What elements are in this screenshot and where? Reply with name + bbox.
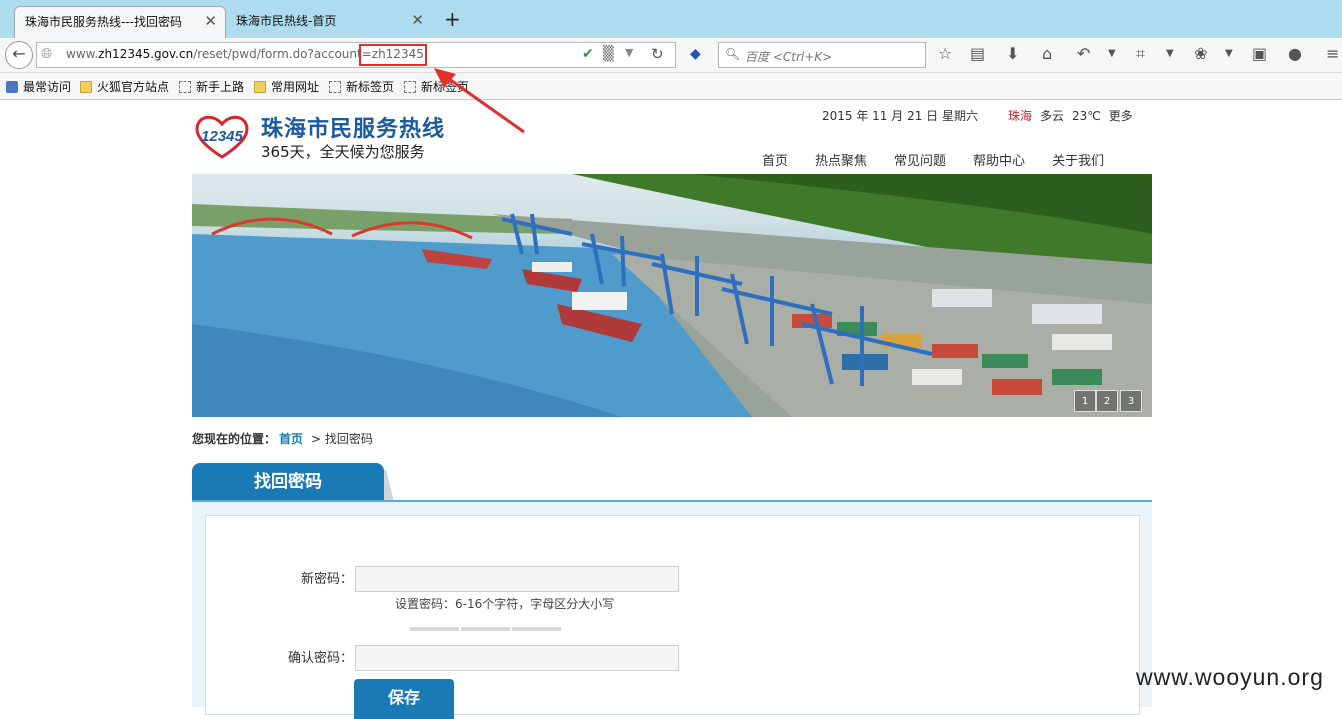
- weather-temp: 23℃: [1072, 109, 1101, 123]
- globe-icon: 🌐︎: [41, 46, 53, 62]
- new-password-label: 新密码：: [300, 572, 353, 587]
- section-title: 找回密码: [192, 463, 384, 501]
- annotation-highlight-box: [359, 44, 427, 66]
- slide-dot[interactable]: 1: [1074, 390, 1096, 412]
- home-icon[interactable]: ⌂: [1042, 44, 1052, 63]
- nav-faq[interactable]: 常见问题: [894, 154, 946, 169]
- reload-icon[interactable]: ↻: [651, 45, 664, 63]
- tab-strip: 珠海市民服务热线---找回密码 ✕ 珠海市民热线-首页 ✕ +: [0, 0, 1342, 38]
- strength-bar-strong: [512, 627, 561, 631]
- breadcrumb-current: > 找回密码: [311, 432, 373, 446]
- weather-more-link[interactable]: 更多: [1109, 109, 1133, 123]
- navigation-toolbar: ← 🌐︎ www.zh12345.gov.cn/reset/pwd/form.d…: [0, 38, 1342, 73]
- bookmark-item[interactable]: 新手上路: [179, 78, 244, 95]
- search-icon: 🔍︎: [725, 47, 741, 61]
- qr-code-icon[interactable]: ▒: [603, 46, 614, 62]
- page-icon: [179, 81, 191, 93]
- nav-help[interactable]: 帮助中心: [973, 154, 1025, 169]
- slide-dot[interactable]: 2: [1096, 390, 1118, 412]
- new-tab-button[interactable]: +: [444, 7, 461, 31]
- url-bar[interactable]: 🌐︎ www.zh12345.gov.cn/reset/pwd/form.do?…: [36, 42, 676, 68]
- download-icon[interactable]: ⬇: [1006, 44, 1019, 63]
- breadcrumb-home-link[interactable]: 首页: [279, 432, 303, 446]
- weather-condition: 多云: [1040, 109, 1065, 123]
- bookmark-item[interactable]: 最常访问: [6, 78, 71, 95]
- folder-icon: [80, 81, 92, 93]
- page-icon: [329, 81, 341, 93]
- folder-icon: [254, 81, 266, 93]
- chevron-down-icon[interactable]: ▼: [1108, 48, 1116, 59]
- pin-icon[interactable]: ◆: [690, 46, 701, 62]
- logo-number: 12345: [201, 128, 243, 145]
- tab-title: 珠海市民热线-首页: [236, 14, 337, 28]
- confirm-password-label: 确认密码：: [287, 651, 353, 666]
- most-visited-icon: [6, 81, 18, 93]
- reader-icon[interactable]: ▣: [1252, 44, 1267, 63]
- close-icon[interactable]: ✕: [411, 11, 424, 29]
- nav-about[interactable]: 关于我们: [1052, 154, 1104, 169]
- strength-bar-medium: [461, 627, 510, 631]
- tab-title: 珠海市民服务热线---找回密码: [25, 15, 182, 29]
- new-password-input[interactable]: [355, 566, 679, 592]
- bookmark-star-icon[interactable]: ☆: [938, 44, 952, 63]
- tab-reset-password[interactable]: 珠海市民服务热线---找回密码 ✕: [14, 6, 226, 38]
- arrow-left-icon: ←: [12, 44, 26, 63]
- url-path: /reset/pwd/form.do?account=: [193, 47, 372, 61]
- search-placeholder: 百度 <Ctrl+K>: [745, 50, 833, 64]
- tab-homepage[interactable]: 珠海市民热线-首页 ✕: [226, 6, 432, 38]
- nav-hot-topics[interactable]: 热点聚焦: [815, 154, 867, 169]
- confirm-password-input[interactable]: [355, 645, 679, 671]
- date-text: 2015 年 11 月 21 日 星期六: [822, 109, 978, 123]
- nav-home[interactable]: 首页: [762, 154, 788, 169]
- site-slogan: 365天，全天候为您服务: [261, 143, 425, 161]
- banner-image: [192, 174, 1152, 417]
- undo-icon[interactable]: ↶: [1077, 44, 1090, 63]
- page-icon: [404, 81, 416, 93]
- bookmark-item[interactable]: 常用网址: [254, 78, 319, 95]
- chat-icon[interactable]: ●: [1288, 44, 1302, 63]
- site-title[interactable]: 珠海市民服务热线: [261, 111, 445, 143]
- reading-list-icon[interactable]: ▤: [970, 44, 985, 63]
- save-button[interactable]: 保存: [354, 679, 454, 719]
- chevron-down-icon[interactable]: ▼: [1166, 48, 1174, 59]
- chevron-down-icon[interactable]: ▼: [625, 46, 633, 59]
- form-box: [205, 515, 1140, 715]
- bookmark-item[interactable]: 新标签页: [404, 78, 469, 95]
- main-nav: 首页 热点聚焦 常见问题 帮助中心 关于我们: [762, 150, 1131, 169]
- extension-icon[interactable]: ❀: [1194, 44, 1207, 63]
- logo-icon: 12345: [195, 115, 249, 159]
- bookmark-item[interactable]: 新标签页: [329, 78, 394, 95]
- crop-icon[interactable]: ⌗: [1136, 44, 1145, 64]
- menu-icon[interactable]: ≡: [1326, 44, 1339, 63]
- shield-icon[interactable]: ✔: [582, 46, 594, 62]
- watermark: www.wooyun.org: [1136, 664, 1324, 690]
- weather-info: 珠海 多云 23℃ 更多: [1008, 107, 1133, 124]
- breadcrumb: 您现在的位置： 首页 > 找回密码: [192, 430, 373, 447]
- password-hint: 设置密码：6-16个字符，字母区分大小写: [395, 597, 615, 611]
- slide-dot[interactable]: 3: [1120, 390, 1142, 412]
- bookmarks-toolbar: 最常访问 火狐官方站点 新手上路 常用网址 新标签页 新标签页: [0, 73, 1342, 100]
- breadcrumb-label: 您现在的位置：: [192, 432, 277, 446]
- weather-city: 珠海: [1008, 109, 1033, 123]
- back-button[interactable]: ←: [5, 41, 33, 69]
- chevron-down-icon[interactable]: ▼: [1225, 48, 1233, 59]
- url-domain: zh12345.gov.cn: [98, 47, 194, 61]
- bookmark-item[interactable]: 火狐官方站点: [80, 78, 169, 95]
- harbor-illustration: [192, 174, 1152, 417]
- strength-bar-weak: [410, 627, 459, 631]
- search-input[interactable]: 🔍︎ 百度 <Ctrl+K>: [718, 42, 926, 68]
- close-icon[interactable]: ✕: [204, 12, 217, 30]
